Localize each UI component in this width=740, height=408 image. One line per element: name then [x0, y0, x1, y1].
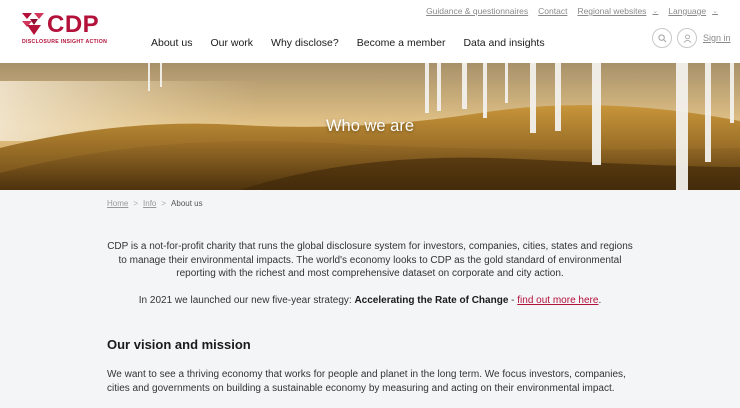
- hero-title: Who we are: [325, 117, 415, 135]
- utility-link-guidance[interactable]: Guidance & questionnaires: [426, 6, 528, 16]
- utility-nav: Guidance & questionnaires Contact Region…: [416, 6, 718, 16]
- utility-link-language[interactable]: Language ⌄: [668, 6, 718, 16]
- hero-banner: Who we are: [0, 63, 740, 190]
- intro-paragraph: CDP is a not-for-profit charity that run…: [107, 241, 633, 279]
- cdp-logo-mark-icon: [22, 13, 44, 35]
- utility-link-regional[interactable]: Regional websites ⌄: [577, 6, 658, 16]
- vision-heading: Our vision and mission: [107, 337, 251, 352]
- search-button[interactable]: [652, 28, 672, 48]
- site-header: CDP DISCLOSURE INSIGHT ACTION Guidance &…: [0, 0, 740, 63]
- nav-about-us[interactable]: About us: [151, 37, 192, 49]
- breadcrumb-separator: >: [161, 199, 167, 208]
- cdp-logo[interactable]: CDP DISCLOSURE INSIGHT ACTION: [20, 11, 110, 51]
- breadcrumb-home[interactable]: Home: [107, 199, 128, 208]
- chevron-down-icon: ⌄: [712, 8, 718, 15]
- strategy-dash: -: [508, 295, 518, 306]
- user-icon: [683, 33, 691, 43]
- strategy-name: Accelerating the Rate of Change: [354, 295, 509, 306]
- sign-in-link[interactable]: Sign in: [703, 33, 731, 43]
- logo-wordmark: CDP: [47, 11, 100, 38]
- nav-become-member[interactable]: Become a member: [357, 37, 446, 49]
- nav-data-insights[interactable]: Data and insights: [463, 37, 544, 49]
- logo-tagline: DISCLOSURE INSIGHT ACTION: [22, 39, 108, 45]
- find-out-more-link[interactable]: find out more here: [517, 295, 598, 306]
- nav-our-work[interactable]: Our work: [210, 37, 253, 49]
- user-button[interactable]: [677, 28, 697, 48]
- nav-why-disclose[interactable]: Why disclose?: [271, 37, 339, 49]
- breadcrumb: Home > Info > About us: [107, 199, 203, 208]
- strategy-prefix: In 2021 we launched our new five-year st…: [138, 295, 355, 306]
- breadcrumb-current: About us: [171, 199, 203, 208]
- chevron-down-icon: ⌄: [652, 8, 659, 15]
- main-nav: About us Our work Why disclose? Become a…: [151, 37, 563, 49]
- strategy-suffix: .: [598, 295, 602, 306]
- utility-link-contact[interactable]: Contact: [538, 6, 567, 16]
- search-icon: [657, 33, 666, 42]
- breadcrumb-separator: >: [133, 199, 139, 208]
- vision-paragraph: We want to see a thriving economy that w…: [107, 369, 626, 394]
- strategy-paragraph: In 2021 we launched our new five-year st…: [107, 294, 633, 307]
- breadcrumb-info[interactable]: Info: [143, 199, 156, 208]
